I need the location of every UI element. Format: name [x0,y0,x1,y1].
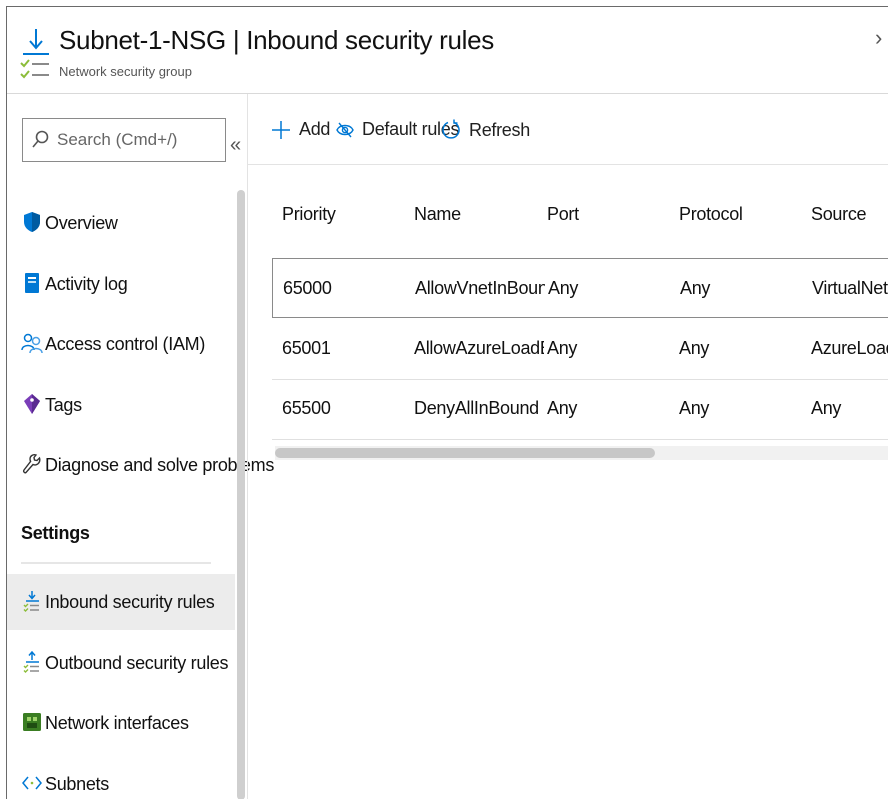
sidebar-item-label: Overview [45,212,118,233]
cell-protocol: Any [680,278,711,298]
sidebar-item-label: Inbound security rules [45,591,215,612]
sidebar-item-subnets[interactable]: Subnets [7,756,235,799]
tag-icon [21,393,43,415]
page-subtitle: Network security group [59,64,192,79]
cell-protocol: Any [679,338,710,358]
inbound-rules-icon [21,590,43,612]
cell-name: DenyAllInBound [414,398,539,418]
cell-name: AllowVnetInBound [415,278,545,298]
sidebar-scrollbar[interactable] [237,190,245,799]
outbound-rules-icon [21,651,43,673]
sidebar-item-network-interfaces[interactable]: Network interfaces [7,695,235,751]
command-bar: Add Default rules Refresh [248,94,888,164]
sidebar-item-inbound-security-rules[interactable]: Inbound security rules [7,574,235,630]
blade-header: Subnet-1-NSG | Inbound security rules Ne… [7,7,888,93]
search-icon [32,130,49,148]
main-content: Add Default rules Refresh Priority Name … [248,94,888,799]
sidebar-item-access-control[interactable]: Access control (IAM) [7,316,235,372]
section-divider [21,562,211,564]
sidebar-item-tags[interactable]: Tags [7,377,235,433]
sidebar-item-label: Activity log [45,273,128,294]
chevron-right-icon[interactable]: › [875,25,882,51]
column-header-source[interactable]: Source [811,204,867,225]
sidebar: « Overview Activity log Access control (… [7,94,274,799]
cell-port: Any [547,398,578,418]
refresh-button[interactable]: Refresh [441,119,530,141]
sidebar-item-label: Tags [45,394,82,415]
cell-source: Any [811,398,842,418]
table-row[interactable]: 65001 AllowAzureLoadBala... Any Any Azur… [272,319,888,380]
cell-priority: 65000 [283,278,332,298]
wrench-icon [21,453,43,475]
cell-name: AllowAzureLoadBala... [414,338,544,358]
cell-port: Any [547,338,578,358]
cell-source: VirtualNetwo [812,278,888,298]
toolbar-divider [248,164,888,165]
sidebar-search[interactable] [22,118,226,162]
refresh-icon [442,119,460,139]
page-title: Subnet-1-NSG | Inbound security rules [59,25,494,55]
sidebar-item-outbound-security-rules[interactable]: Outbound security rules [7,635,235,691]
collapse-sidebar-icon[interactable]: « [230,134,241,157]
eye-hidden-icon [336,122,354,137]
cell-port: Any [548,278,579,298]
add-button[interactable]: Add [271,119,330,140]
sidebar-item-label: Access control (IAM) [45,333,206,354]
add-button-label: Add [299,119,331,139]
column-header-priority[interactable]: Priority [282,204,336,225]
column-header-name[interactable]: Name [414,204,461,225]
sidebar-item-label: Subnets [45,773,109,794]
sidebar-item-diagnose[interactable]: Diagnose and solve problems [7,437,274,493]
book-icon [21,272,43,294]
table-row[interactable]: 65000 AllowVnetInBound Any Any VirtualNe… [272,258,888,318]
table-header: Priority Name Port Protocol Source [272,204,888,244]
search-input[interactable] [57,129,217,151]
horizontal-scrollbar-thumb[interactable] [275,448,655,458]
sidebar-item-label: Outbound security rules [45,652,229,673]
shield-icon [21,211,43,233]
row-divider [272,439,888,440]
column-header-port[interactable]: Port [547,204,579,225]
subnet-icon [21,772,43,794]
column-header-protocol[interactable]: Protocol [679,204,743,225]
sidebar-item-label: Network interfaces [45,712,189,733]
cell-source: AzureLoadBa [811,338,888,358]
settings-section-title: Settings [21,523,90,543]
cell-priority: 65001 [282,338,331,358]
table-row[interactable]: 65500 DenyAllInBound Any Any Any [272,379,888,440]
cell-priority: 65500 [282,398,331,418]
network-interface-icon [21,711,43,733]
inbound-rules-icon [20,29,49,79]
cell-protocol: Any [679,398,710,418]
blade-frame: Subnet-1-NSG | Inbound security rules Ne… [6,6,888,799]
plus-icon [272,120,290,139]
refresh-button-label: Refresh [469,119,530,140]
people-icon [21,332,43,354]
horizontal-scrollbar[interactable] [275,446,888,460]
sidebar-item-activity-log[interactable]: Activity log [7,256,235,312]
sidebar-item-overview[interactable]: Overview [7,195,235,251]
